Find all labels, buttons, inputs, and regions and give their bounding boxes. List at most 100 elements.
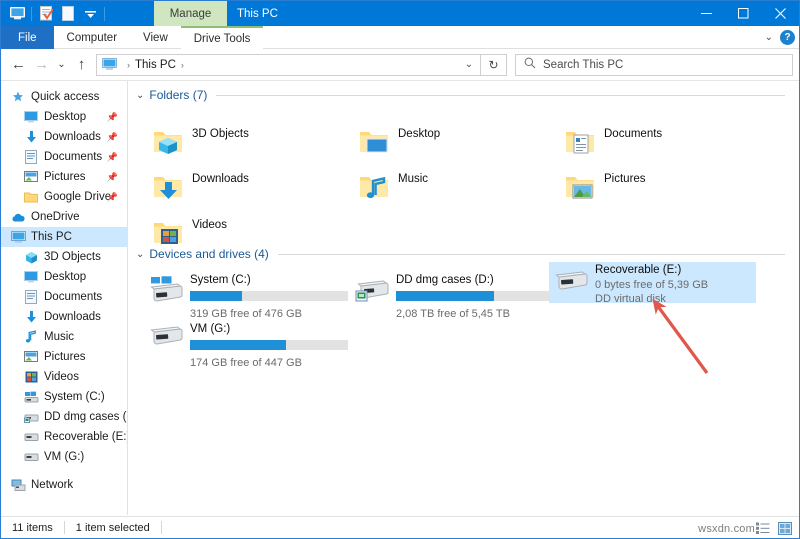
sidebar-item-downloads[interactable]: Downloads — [1, 307, 127, 327]
maximize-button[interactable] — [725, 1, 762, 26]
sidebar-item-3d-objects[interactable]: 3D Objects — [1, 247, 127, 267]
sidebar-item-vm-g[interactable]: VM (G:) — [1, 447, 127, 467]
sidebar-item-this-pc[interactable]: This PC — [1, 227, 127, 247]
window-controls — [688, 1, 799, 26]
pin-icon[interactable]: 📌 — [107, 112, 118, 123]
help-icon[interactable]: ? — [780, 30, 795, 45]
downloads-icon — [23, 309, 39, 325]
pin-icon[interactable]: 📌 — [107, 152, 118, 163]
items-view[interactable]: ⌄ Folders (7) 3D Objects Desktop Documen… — [128, 81, 799, 515]
sidebar-item-documents-quick[interactable]: Documents 📌 — [1, 147, 127, 167]
navigation-pane: Quick access Desktop 📌 Downloads 📌 Docum… — [1, 81, 128, 515]
watermark: wsxdn.com — [698, 523, 755, 535]
folder-3d-objects-icon — [152, 126, 184, 158]
group-header-folders[interactable]: ⌄ Folders (7) — [128, 85, 799, 105]
up-icon[interactable]: ↑ — [70, 53, 93, 77]
qat-divider-2 — [104, 6, 105, 21]
sidebar-item-quick-access[interactable]: Quick access — [1, 87, 127, 107]
view-switcher — [753, 517, 794, 538]
breadcrumb-path[interactable]: This PC — [135, 59, 176, 71]
sidebar-item-pictures[interactable]: Pictures — [1, 347, 127, 367]
large-icons-view-icon[interactable] — [775, 519, 794, 537]
sidebar-item-label: Downloads — [44, 311, 101, 323]
details-view-icon[interactable] — [753, 519, 772, 537]
address-bar[interactable]: › This PC › ⌄ — [96, 53, 481, 76]
ribbon-tab-strip: File Computer View Drive Tools ⌄ ? — [1, 26, 799, 49]
sidebar-item-label: DD dmg cases (D:) — [44, 411, 127, 423]
sidebar-item-music[interactable]: Music — [1, 327, 127, 347]
close-button[interactable] — [762, 1, 799, 26]
window-title: This PC — [237, 7, 278, 20]
capacity-bar — [396, 291, 554, 301]
drive-name: Recoverable (E:) — [595, 264, 682, 276]
address-dropdown-icon[interactable]: ⌄ — [458, 55, 480, 75]
sidebar-item-desktop-quick[interactable]: Desktop 📌 — [1, 107, 127, 127]
pin-icon[interactable]: 📌 — [107, 132, 118, 143]
new-folder-icon[interactable] — [58, 3, 78, 24]
sidebar-item-network[interactable]: Network — [1, 475, 127, 495]
breadcrumb-separator-1[interactable]: › — [127, 60, 130, 70]
sidebar-item-label: This PC — [31, 231, 72, 243]
network-drive-icon — [23, 409, 39, 425]
drive-info: Recoverable (E:) 0 bytes free of 5,39 GB… — [595, 259, 708, 306]
folder-tile-music[interactable]: Music — [356, 169, 430, 205]
sidebar-item-onedrive[interactable]: OneDrive — [1, 207, 127, 227]
chevron-down-icon[interactable]: ⌄ — [136, 249, 144, 260]
breadcrumb-separator-2[interactable]: › — [181, 60, 184, 70]
sidebar-item-label: 3D Objects — [44, 251, 101, 263]
sidebar-item-desktop[interactable]: Desktop — [1, 267, 127, 287]
tab-view[interactable]: View — [130, 26, 181, 49]
properties-icon[interactable] — [36, 3, 56, 24]
tab-file[interactable]: File — [1, 26, 54, 49]
drive-name: DD dmg cases (D:) — [396, 274, 494, 286]
sidebar-item-pictures-quick[interactable]: Pictures 📌 — [1, 167, 127, 187]
sidebar-item-documents[interactable]: Documents — [1, 287, 127, 307]
breadcrumb-this-pc-icon — [102, 57, 118, 72]
capacity-bar-fill — [190, 291, 243, 301]
search-input[interactable]: Search This PC — [543, 59, 623, 71]
tab-computer[interactable]: Computer — [54, 26, 131, 49]
search-box[interactable]: Search This PC — [515, 53, 793, 76]
customize-chevron-icon[interactable] — [80, 3, 100, 24]
title-bar: Manage This PC — [1, 1, 799, 26]
capacity-bar-fill — [190, 340, 287, 350]
folder-tile-label: Music — [398, 173, 429, 185]
sidebar-item-label: VM (G:) — [44, 451, 85, 463]
minimize-button[interactable] — [688, 1, 725, 26]
drive-tile-recoverable-e[interactable]: Recoverable (E:) 0 bytes free of 5,39 GB… — [549, 259, 756, 306]
this-pc-icon[interactable] — [7, 3, 27, 24]
expand-ribbon-icon[interactable]: ⌄ — [765, 32, 773, 43]
refresh-button[interactable]: ↻ — [481, 53, 507, 76]
drive-free-text: 174 GB free of 447 GB — [190, 357, 302, 369]
sidebar-item-downloads-quick[interactable]: Downloads 📌 — [1, 127, 127, 147]
folder-tile-3d-objects[interactable]: 3D Objects — [150, 124, 251, 160]
contextual-tab-header: Manage — [154, 1, 227, 26]
sidebar-item-recoverable-e[interactable]: Recoverable (E:) — [1, 427, 127, 447]
drive-tile-dd-dmg-cases-d[interactable]: DD dmg cases (D:) 2,08 TB free of 5,45 T… — [350, 265, 557, 326]
status-item-count: 11 items — [12, 521, 53, 534]
videos-icon — [23, 369, 39, 385]
recent-locations-icon[interactable]: ⌄ — [53, 53, 70, 77]
tab-drive-tools[interactable]: Drive Tools — [180, 26, 264, 49]
drive-tile-vm-g[interactable]: VM (G:) 174 GB free of 447 GB — [144, 314, 351, 375]
sidebar-item-label: Desktop — [44, 111, 87, 123]
sidebar-item-system-c[interactable]: System (C:) — [1, 387, 127, 407]
drive-icon — [23, 429, 39, 445]
sidebar-item-dd-dmg-cases-d[interactable]: DD dmg cases (D:) — [1, 407, 127, 427]
back-icon[interactable]: ← — [7, 53, 30, 77]
drive-free-text: 2,08 TB free of 5,45 TB — [396, 308, 510, 320]
pin-icon[interactable]: 📌 — [107, 172, 118, 183]
group-rule — [216, 94, 785, 96]
folder-tile-documents[interactable]: Documents — [562, 124, 664, 160]
3d-objects-icon — [23, 249, 39, 265]
folder-tile-label: Pictures — [604, 173, 646, 185]
folder-tile-downloads[interactable]: Downloads — [150, 169, 251, 205]
chevron-down-icon[interactable]: ⌄ — [136, 90, 144, 101]
folder-tile-desktop[interactable]: Desktop — [356, 124, 442, 160]
folder-tile-pictures[interactable]: Pictures — [562, 169, 648, 205]
forward-icon[interactable]: → — [30, 53, 53, 77]
sidebar-item-videos[interactable]: Videos — [1, 367, 127, 387]
sidebar-item-label: Quick access — [31, 91, 100, 103]
sidebar-item-google-drive[interactable]: Google Drive 📌 — [1, 187, 127, 207]
pin-icon[interactable]: 📌 — [107, 192, 118, 203]
